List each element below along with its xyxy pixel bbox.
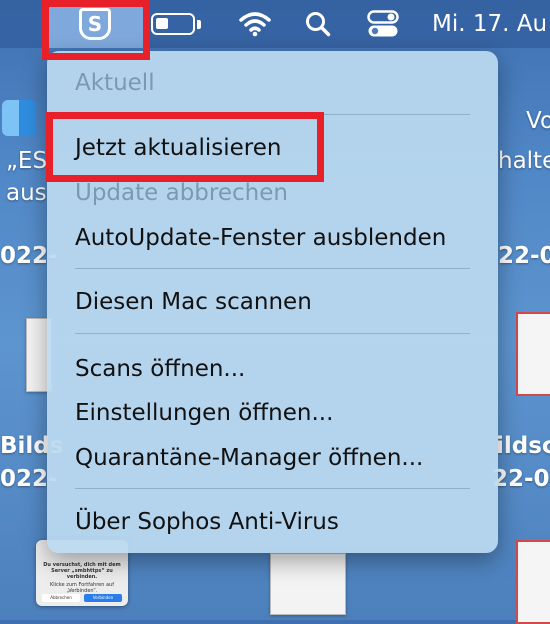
menu-separator xyxy=(75,488,470,489)
menu-bar: S Mi. 17. Au xyxy=(0,0,550,48)
menu-item-open-settings[interactable]: Einstellungen öffnen... xyxy=(75,400,333,426)
menu-separator xyxy=(75,114,470,115)
dialog-text: Klicke zum Fortfahren auf „Verbinden“. xyxy=(50,582,114,594)
battery-icon[interactable] xyxy=(148,0,204,48)
desktop-thumbnail[interactable] xyxy=(270,553,346,615)
menu-item-cancel-update: Update abbrechen xyxy=(75,180,288,206)
desktop-file-label[interactable]: halte xyxy=(498,148,550,174)
menu-header-current: Aktuell xyxy=(75,70,155,96)
desktop-file-label[interactable]: aus xyxy=(6,180,47,206)
sophos-shield-icon: S xyxy=(79,8,111,40)
menubar-clock[interactable]: Mi. 17. Au xyxy=(432,0,547,48)
menu-item-about[interactable]: Über Sophos Anti-Virus xyxy=(75,509,339,535)
sophos-shield-letter: S xyxy=(87,12,103,36)
sophos-dropdown-menu: Aktuell Jetzt aktualisieren Update abbre… xyxy=(47,51,498,553)
desktop-file-date: 22-08 xyxy=(498,243,550,269)
sophos-menubar-button[interactable]: S xyxy=(47,0,143,48)
dialog-connect-button: Verbinden xyxy=(84,594,122,602)
menu-item-update-now[interactable]: Jetzt aktualisieren xyxy=(75,135,281,161)
desktop-file-label[interactable]: „ES xyxy=(6,148,47,174)
desktop-file-date: 22-08 xyxy=(492,466,550,492)
finder-icon[interactable] xyxy=(2,100,36,136)
wifi-icon[interactable] xyxy=(230,0,280,48)
desktop-thumbnail[interactable] xyxy=(516,312,550,396)
desktop-thumbnail[interactable] xyxy=(516,540,550,624)
menu-item-scan-mac[interactable]: Diesen Mac scannen xyxy=(75,289,312,315)
menu-item-hide-autoupdate[interactable]: AutoUpdate-Fenster ausblenden xyxy=(75,225,446,251)
dialog-cancel-button: Abbrechen xyxy=(42,594,80,602)
desktop-file-label[interactable]: ildsc xyxy=(496,433,550,459)
menu-item-open-quarantine[interactable]: Quarantäne-Manager öffnen... xyxy=(75,445,423,471)
menu-separator xyxy=(75,268,470,269)
menu-separator xyxy=(75,333,470,334)
desktop-file-label[interactable]: Vo xyxy=(526,108,550,134)
menu-item-open-scans[interactable]: Scans öffnen... xyxy=(75,356,245,382)
search-icon[interactable] xyxy=(296,0,340,48)
control-center-icon[interactable] xyxy=(358,0,408,48)
